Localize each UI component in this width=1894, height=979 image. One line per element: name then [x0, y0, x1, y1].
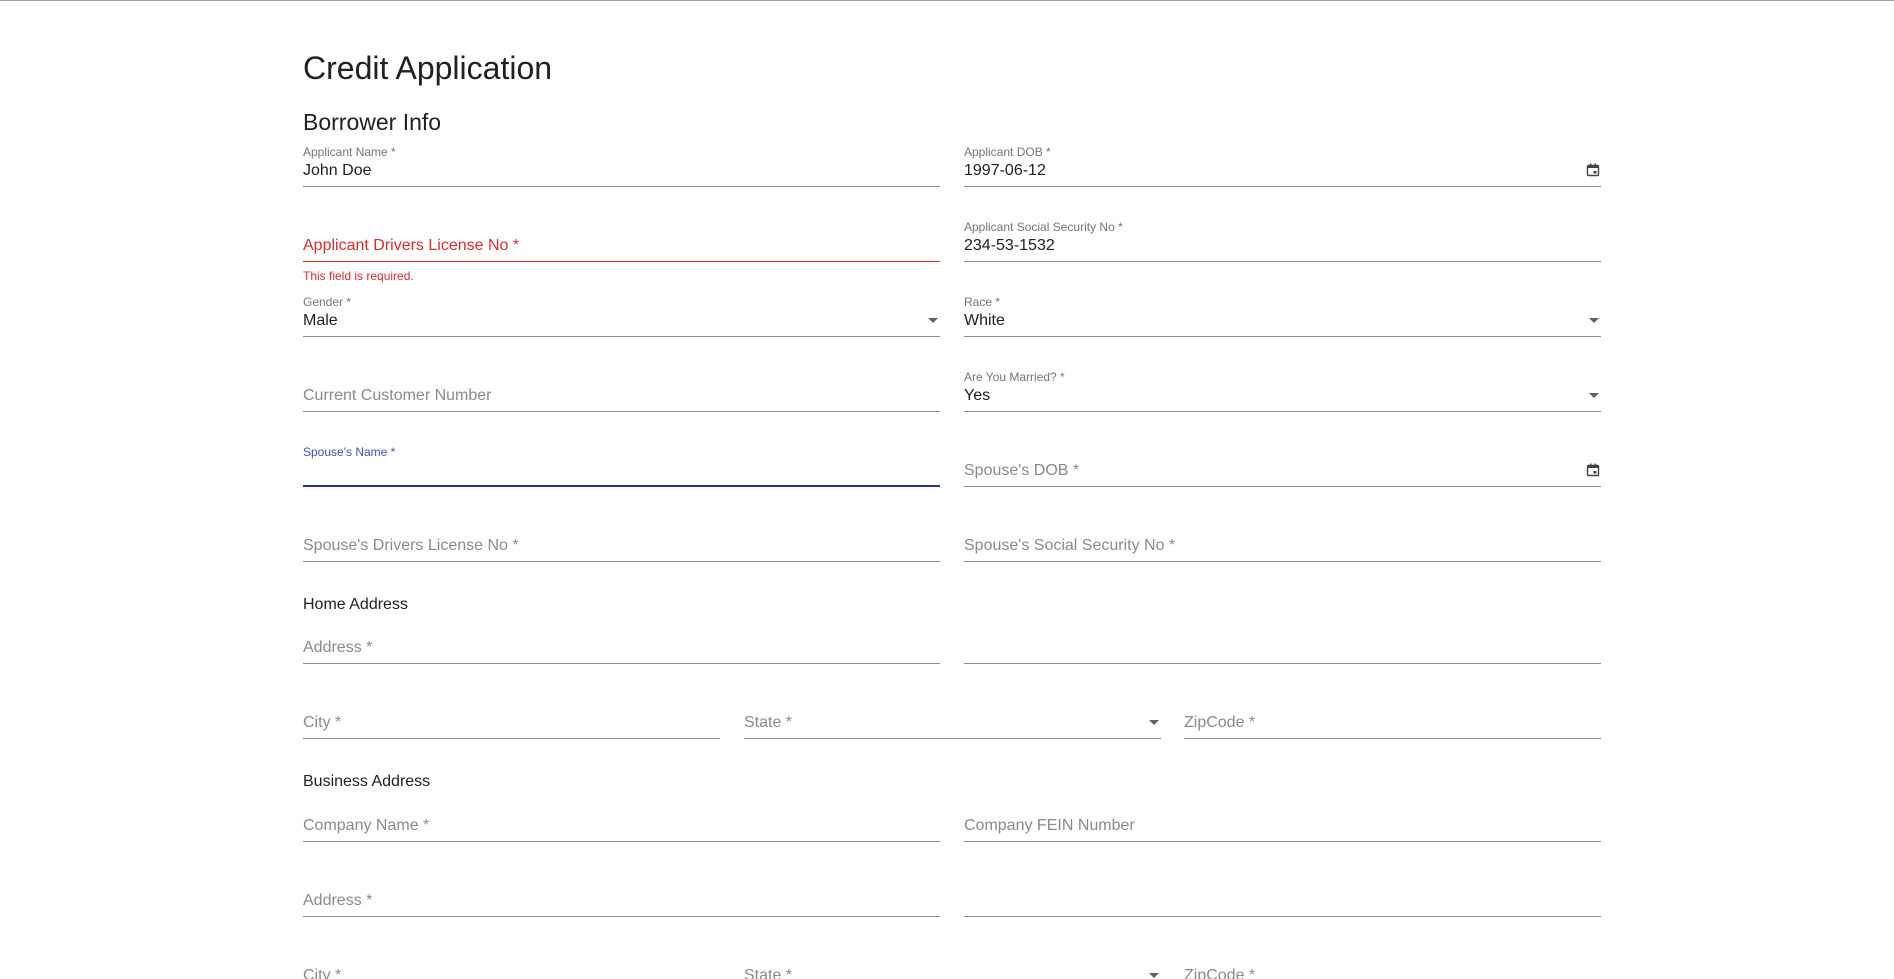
- underline: [303, 663, 940, 664]
- spouse-name-field[interactable]: Spouse's Name *: [303, 445, 940, 515]
- underline: [744, 738, 1161, 739]
- home-address-field[interactable]: Address *: [303, 622, 940, 692]
- home-city-field[interactable]: City *: [303, 697, 720, 767]
- page-title: Credit Application: [303, 50, 553, 86]
- underline: [964, 261, 1601, 262]
- gender-select[interactable]: Gender * Male: [303, 295, 940, 365]
- applicant-name-value: John Doe: [303, 162, 372, 179]
- company-name-placeholder: Company Name *: [303, 817, 430, 834]
- business-address-line2-field[interactable]: [964, 875, 1601, 945]
- spouse-ssn-field[interactable]: Spouse's Social Security No *: [964, 520, 1601, 590]
- company-fein-field[interactable]: Company FEIN Number: [964, 800, 1601, 870]
- underline: [1184, 738, 1601, 739]
- underline: [964, 916, 1601, 917]
- drivers-license-error-message: This field is required.: [303, 269, 414, 283]
- dropdown-arrow-icon[interactable]: [1149, 973, 1159, 978]
- race-select[interactable]: Race * White: [964, 295, 1601, 365]
- calendar-icon[interactable]: [1585, 462, 1601, 478]
- underline: [964, 186, 1601, 187]
- spouse-drivers-license-placeholder: Spouse's Drivers License No *: [303, 537, 519, 554]
- home-address-line2-field[interactable]: [964, 622, 1601, 692]
- applicant-name-field[interactable]: Applicant Name * John Doe: [303, 145, 940, 215]
- underline: [303, 738, 720, 739]
- applicant-ssn-value: 234-53-1532: [964, 237, 1055, 254]
- business-address-placeholder: Address *: [303, 892, 373, 909]
- spouse-dob-placeholder: Spouse's DOB *: [964, 462, 1080, 479]
- married-label: Are You Married? *: [964, 370, 1065, 384]
- underline: [303, 485, 940, 487]
- underline: [303, 841, 940, 842]
- underline: [303, 261, 940, 262]
- race-value: White: [964, 312, 1005, 329]
- gender-value: Male: [303, 312, 338, 329]
- business-address-field[interactable]: Address *: [303, 875, 940, 945]
- race-label: Race *: [964, 295, 1001, 309]
- applicant-dob-value: 1997-06-12: [964, 162, 1046, 179]
- spouse-ssn-placeholder: Spouse's Social Security No *: [964, 537, 1176, 554]
- top-divider: [0, 0, 1894, 1]
- section-title-borrower-info: Borrower Info: [303, 109, 442, 135]
- underline: [964, 561, 1601, 562]
- calendar-icon[interactable]: [1585, 162, 1601, 178]
- underline: [303, 561, 940, 562]
- home-state-select[interactable]: State *: [744, 697, 1161, 767]
- home-city-placeholder: City *: [303, 714, 342, 731]
- dropdown-arrow-icon[interactable]: [1149, 720, 1159, 725]
- home-zipcode-field[interactable]: ZipCode *: [1184, 697, 1601, 767]
- applicant-drivers-license-field[interactable]: Applicant Drivers License No * This fiel…: [303, 220, 940, 290]
- dropdown-arrow-icon[interactable]: [928, 318, 938, 323]
- business-zipcode-placeholder: ZipCode *: [1184, 967, 1256, 979]
- current-customer-number-placeholder: Current Customer Number: [303, 387, 492, 404]
- applicant-dob-label: Applicant DOB *: [964, 145, 1051, 159]
- underline: [303, 186, 940, 187]
- business-state-select[interactable]: State *: [744, 950, 1161, 979]
- underline: [964, 663, 1601, 664]
- spouse-dob-field[interactable]: Spouse's DOB *: [964, 445, 1601, 515]
- spouse-name-label: Spouse's Name *: [303, 445, 396, 459]
- spouse-drivers-license-field[interactable]: Spouse's Drivers License No *: [303, 520, 940, 590]
- home-zipcode-placeholder: ZipCode *: [1184, 714, 1256, 731]
- underline: [964, 841, 1601, 842]
- home-state-placeholder: State *: [744, 714, 793, 731]
- applicant-name-label: Applicant Name *: [303, 145, 396, 159]
- married-value: Yes: [964, 387, 991, 404]
- home-address-placeholder: Address *: [303, 639, 373, 656]
- applicant-drivers-license-placeholder: Applicant Drivers License No *: [303, 237, 520, 254]
- underline: [964, 486, 1601, 487]
- underline: [964, 336, 1601, 337]
- business-city-field[interactable]: City *: [303, 950, 720, 979]
- underline: [964, 411, 1601, 412]
- applicant-dob-field[interactable]: Applicant DOB * 1997-06-12: [964, 145, 1601, 215]
- business-zipcode-field[interactable]: ZipCode *: [1184, 950, 1601, 979]
- business-state-placeholder: State *: [744, 967, 793, 979]
- dropdown-arrow-icon[interactable]: [1589, 393, 1599, 398]
- home-address-heading: Home Address: [303, 596, 408, 613]
- company-name-field[interactable]: Company Name *: [303, 800, 940, 870]
- underline: [303, 336, 940, 337]
- applicant-ssn-label: Applicant Social Security No *: [964, 220, 1123, 234]
- gender-label: Gender *: [303, 295, 352, 309]
- company-fein-placeholder: Company FEIN Number: [964, 817, 1135, 834]
- underline: [303, 916, 940, 917]
- current-customer-number-field[interactable]: Current Customer Number: [303, 370, 940, 440]
- business-address-heading: Business Address: [303, 773, 431, 790]
- dropdown-arrow-icon[interactable]: [1589, 318, 1599, 323]
- underline: [303, 411, 940, 412]
- applicant-ssn-field[interactable]: Applicant Social Security No * 234-53-15…: [964, 220, 1601, 290]
- married-select[interactable]: Are You Married? * Yes: [964, 370, 1601, 440]
- business-city-placeholder: City *: [303, 967, 342, 979]
